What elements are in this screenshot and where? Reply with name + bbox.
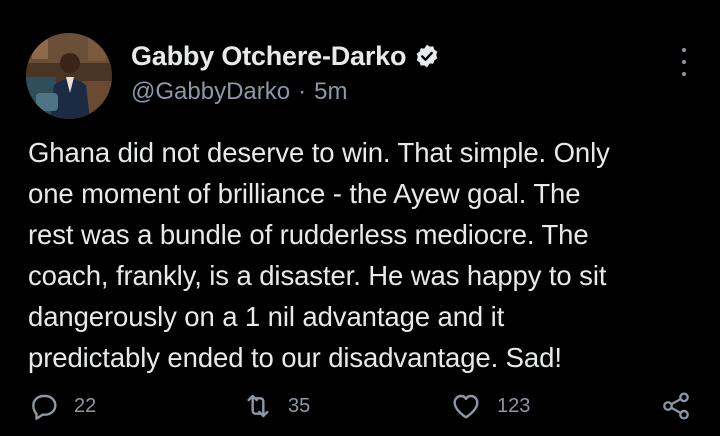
share-button[interactable] [660, 386, 692, 426]
tweet-actions: 22 35 123 [0, 386, 720, 426]
tweet-timestamp[interactable]: 5m [314, 78, 347, 106]
tweet-card[interactable]: Gabby Otchere-Darko @GabbyDarko · 5m Gha… [0, 0, 720, 436]
like-button[interactable]: 123 [449, 386, 530, 426]
tweet-header: Gabby Otchere-Darko @GabbyDarko · 5m [131, 38, 660, 106]
tweet-text-line: coach, frankly, is a disaster. He was ha… [28, 260, 607, 291]
reply-count: 22 [74, 394, 97, 417]
retweet-icon [247, 394, 269, 418]
tweet-text-line: predictably ended to our disadvantage. S… [28, 342, 562, 373]
more-vertical-icon[interactable] [673, 48, 695, 76]
tweet-text: Ghana did not deserve to win. That simpl… [28, 132, 708, 378]
avatar-image [26, 33, 112, 119]
verified-badge-icon [414, 43, 440, 69]
tweet-text-line: Ghana did not deserve to win. That simpl… [28, 137, 610, 168]
meta-separator: · [298, 78, 307, 105]
reply-button[interactable]: 22 [28, 386, 96, 426]
retweet-count: 35 [288, 394, 311, 417]
reply-icon [32, 394, 57, 420]
author-handle[interactable]: @GabbyDarko [131, 78, 290, 106]
tweet-text-line: rest was a bundle of rudderless mediocre… [28, 219, 589, 250]
like-count: 123 [497, 394, 531, 417]
heart-icon [453, 394, 479, 419]
tweet-text-line: one moment of brilliance - the Ayew goal… [28, 178, 581, 209]
author-display-name[interactable]: Gabby Otchere-Darko [131, 41, 406, 72]
tweet-text-line: dangerously on a 1 nil advantage and it [28, 301, 505, 332]
avatar[interactable] [26, 33, 112, 119]
share-icon [663, 392, 689, 420]
retweet-button[interactable]: 35 [242, 386, 310, 426]
meta-row: @GabbyDarko · 5m [131, 78, 660, 106]
name-row: Gabby Otchere-Darko [131, 38, 660, 74]
